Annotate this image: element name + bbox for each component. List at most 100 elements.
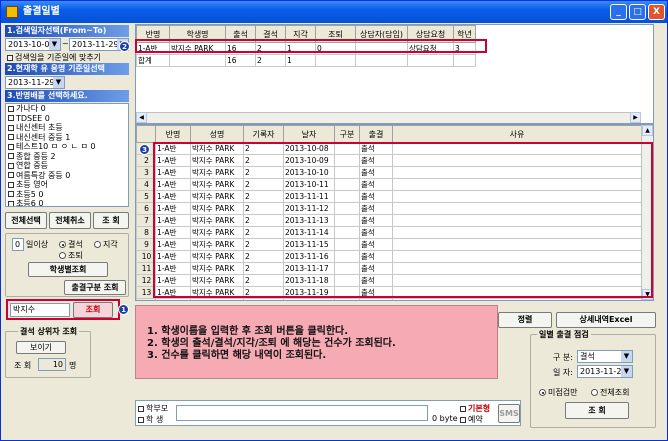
date-from-picker[interactable]: 2013-10-08 ▼ [5, 38, 61, 51]
class-list-item[interactable]: 종합 중등 2 [6, 152, 128, 162]
summary-cell[interactable]: 16 [225, 54, 256, 67]
checkbox-icon[interactable] [8, 162, 14, 169]
detail-cell[interactable] [334, 298, 360, 300]
parent-checkbox[interactable]: 학부모 [138, 403, 168, 414]
chevron-down-icon[interactable]: ▼ [49, 39, 60, 50]
class-list-item[interactable]: 초등 영어 [6, 180, 128, 190]
sms-send-button[interactable]: SMS [498, 404, 520, 423]
class-list-item[interactable]: 초등5 0 [6, 190, 128, 200]
detail-cell[interactable]: 2 [243, 298, 284, 300]
summary-cell[interactable] [169, 54, 226, 67]
radio-absent[interactable]: 결석 [59, 239, 83, 250]
type-select[interactable]: 결석 ▼ [577, 350, 633, 363]
checkbox-icon[interactable] [8, 172, 14, 178]
top-count-input[interactable]: 10 [38, 358, 66, 371]
detail-row[interactable]: 141-A반박지수 PARK22013-11-20 출석 [136, 298, 642, 300]
scroll-left-icon[interactable]: ◀ [136, 112, 147, 123]
checkbox-icon[interactable] [8, 115, 14, 121]
detail-cell[interactable]: 2013-11-20 [283, 298, 335, 300]
detail-excel-button[interactable]: 상세내역Excel [556, 312, 656, 328]
type-search-button[interactable]: 출결구분 조회 [64, 280, 126, 295]
chevron-down-icon[interactable]: ▼ [621, 366, 632, 377]
student-name-input[interactable]: 박지수 [10, 303, 70, 317]
chevron-down-icon[interactable]: ▼ [621, 351, 632, 362]
basic-checkbox[interactable]: 기본형 [460, 403, 490, 414]
checkbox-icon[interactable] [8, 134, 14, 140]
checkbox-icon[interactable] [460, 405, 466, 412]
name-search-button[interactable]: 조회 [73, 302, 113, 318]
title-bar[interactable]: 출결일별 _ □ X [1, 1, 667, 23]
class-search-button[interactable]: 조 회 [93, 212, 129, 229]
student-search-button[interactable]: 학생별조회 [28, 262, 108, 277]
class-list-item[interactable]: 내신센터 중등 1 [6, 133, 128, 143]
checkbox-icon[interactable] [138, 405, 144, 412]
base-date-picker[interactable]: 2013-11-29 ▼ [5, 76, 65, 89]
reserve-checkbox[interactable]: 예약 [460, 414, 483, 425]
radio-late[interactable]: 지각 [94, 239, 118, 250]
day-count-input[interactable]: 0 [12, 238, 24, 251]
scroll-right-icon[interactable]: ▶ [630, 112, 641, 123]
minimize-button[interactable]: _ [610, 4, 627, 20]
summary-hscroll[interactable]: ◀ ▶ [136, 112, 641, 123]
class-list-item[interactable]: 테스트10 ㅁ ㅇ ㄴ ㅁ 0 [6, 142, 128, 152]
radio-all[interactable]: 전체조회 [591, 387, 629, 398]
detail-cell[interactable] [392, 298, 642, 300]
detail-row-number[interactable]: 14 [136, 298, 156, 300]
checkbox-icon[interactable] [7, 54, 13, 61]
radio-icon[interactable] [59, 241, 66, 248]
class-list-item[interactable]: 가나다 0 [6, 104, 128, 114]
checkbox-icon[interactable] [138, 416, 144, 423]
detail-header[interactable]: 구분 [334, 125, 360, 143]
cancel-all-button[interactable]: 전체취소 [49, 212, 91, 229]
detail-header[interactable]: 기록자 [243, 125, 284, 143]
detail-header[interactable]: 날자 [283, 125, 335, 143]
radio-icon[interactable] [59, 252, 66, 259]
select-all-button[interactable]: 전체선택 [5, 212, 47, 229]
class-list-item[interactable]: 내신센터 초등 [6, 123, 128, 133]
scroll-up-icon[interactable]: ▲ [642, 125, 653, 136]
sort-button[interactable]: 정렬 [498, 312, 552, 328]
checkbox-icon[interactable] [8, 200, 14, 206]
daily-check-search-button[interactable]: 조 회 [565, 402, 629, 419]
detail-cell[interactable]: 1-A반 [155, 298, 191, 300]
sms-message-input[interactable] [176, 405, 428, 421]
summary-row[interactable]: 합계 16 2 1 [136, 54, 476, 67]
class-list-item[interactable]: TDSEE 0 [6, 114, 128, 124]
checkbox-icon[interactable] [8, 124, 14, 131]
checkbox-icon[interactable] [8, 191, 14, 197]
maximize-button[interactable]: □ [629, 4, 646, 20]
radio-unchecked-only[interactable]: 미점검만 [539, 387, 577, 398]
radio-early[interactable]: 조퇴 [59, 250, 83, 261]
checkbox-icon[interactable] [8, 181, 14, 188]
detail-cell[interactable]: 출석 [359, 298, 393, 300]
checkbox-icon[interactable] [8, 153, 14, 159]
radio-icon[interactable] [539, 389, 546, 396]
show-button[interactable]: 보이기 [16, 341, 66, 354]
summary-cell[interactable] [453, 54, 476, 67]
checkbox-icon[interactable] [460, 416, 466, 423]
summary-cell[interactable] [355, 54, 408, 67]
radio-icon[interactable] [591, 389, 598, 396]
base-date-checkbox[interactable]: 검색일을 기준일에 맞추기 [7, 52, 101, 63]
check-date-picker[interactable]: 2013-11-29 ▼ [577, 365, 633, 378]
class-listbox[interactable]: 가나다 0 TDSEE 0 내신센터 초등 내신센터 중등 1 테스트10 ㅁ ㅇ ㄴ … [5, 103, 129, 207]
summary-cell[interactable] [315, 54, 356, 67]
detail-header[interactable]: 반명 [155, 125, 191, 143]
student-checkbox[interactable]: 학 생 [138, 414, 163, 425]
summary-cell[interactable]: 2 [255, 54, 286, 67]
detail-header[interactable]: 성명 [190, 125, 244, 143]
class-list-item[interactable]: 여름특강 중등 0 [6, 171, 128, 181]
class-list-item[interactable]: 연합 중등 [6, 161, 128, 171]
summary-cell[interactable]: 1 [285, 54, 316, 67]
detail-cell[interactable]: 박지수 PARK [190, 298, 244, 300]
summary-cell[interactable]: 합계 [136, 54, 170, 67]
chevron-down-icon[interactable]: ▼ [53, 77, 64, 88]
class-list-item[interactable]: 초등6 0 [6, 199, 128, 206]
checkbox-icon[interactable] [8, 105, 14, 112]
close-button[interactable]: X [648, 4, 665, 20]
summary-cell[interactable] [407, 54, 454, 67]
radio-icon[interactable] [94, 241, 101, 248]
checkbox-icon[interactable] [8, 143, 14, 150]
detail-header[interactable]: 사유 [392, 125, 642, 143]
detail-header[interactable]: 출결 [359, 125, 393, 143]
